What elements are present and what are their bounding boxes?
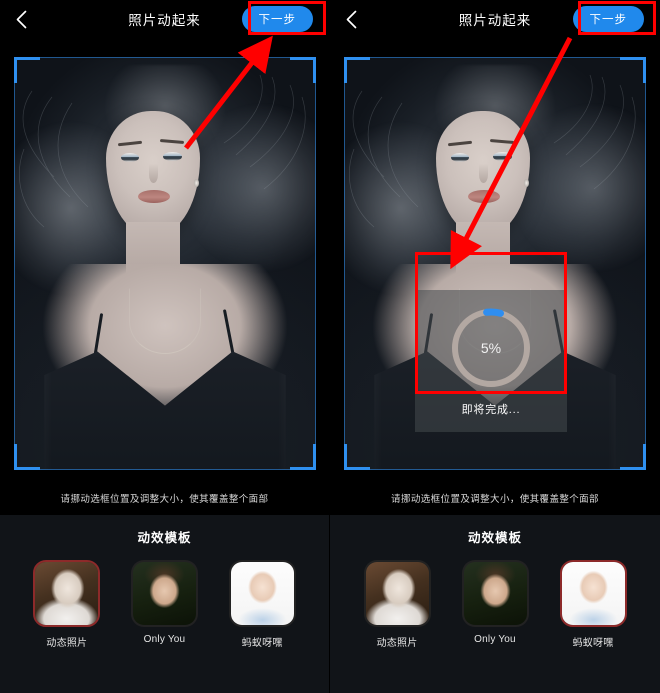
template-tray-right: 动效模板 动态照片 Only You 蚂蚁呀嘿 xyxy=(330,515,660,693)
photo-stage-right: 5% 即将完成... 请挪动选框位置及调整大小，使其覆盖整个面部 xyxy=(330,38,660,515)
screen-step-generating: 照片动起来 下一步 5% 即将完成... 请挪动选框位置及调整大小，使其覆盖整个… xyxy=(330,0,660,693)
nose xyxy=(148,164,159,183)
template-label: 动态照片 xyxy=(46,638,88,649)
chevron-left-icon xyxy=(346,10,357,29)
source-photo[interactable] xyxy=(14,57,316,470)
template-thumbnail xyxy=(228,560,296,627)
template-label: Only You xyxy=(143,634,186,645)
template-item-only-you[interactable]: Only You xyxy=(461,560,529,649)
template-thumbnail xyxy=(461,560,529,627)
screen-step-select-face: 照片动起来 下一步 请挪动选框位置及调整大小，使其覆盖整个面部 动效模板 动态照… xyxy=(0,0,330,693)
template-thumbnail xyxy=(33,560,101,627)
earring xyxy=(523,178,529,187)
lips xyxy=(137,189,170,204)
progress-dialog: 5% 即将完成... xyxy=(415,290,567,432)
chevron-left-icon xyxy=(16,10,27,29)
eye-right xyxy=(492,151,512,162)
necklace xyxy=(128,288,202,355)
template-label: 动态照片 xyxy=(376,638,418,649)
template-item-mayi-yahei[interactable]: 蚂蚁呀嘿 xyxy=(559,560,627,649)
template-label: 蚂蚁呀嘿 xyxy=(241,638,283,649)
template-list: 动态照片 Only You 蚂蚁呀嘿 xyxy=(0,546,329,649)
next-button[interactable]: 下一步 xyxy=(241,6,313,32)
template-section-title: 动效模板 xyxy=(467,531,522,545)
template-item-dongtai-zhaopian[interactable]: 动态照片 xyxy=(33,560,101,649)
dual-screenshot-comparison: 照片动起来 下一步 请挪动选框位置及调整大小，使其覆盖整个面部 动效模板 动态照… xyxy=(0,0,660,693)
template-list: 动态照片 Only You 蚂蚁呀嘿 xyxy=(330,546,660,649)
photo-stage-left: 请挪动选框位置及调整大小，使其覆盖整个面部 xyxy=(0,38,329,515)
template-label: Only You xyxy=(474,634,516,645)
earring xyxy=(193,178,199,187)
template-item-mayi-yahei[interactable]: 蚂蚁呀嘿 xyxy=(228,560,296,649)
nose xyxy=(478,164,489,183)
back-button[interactable] xyxy=(10,6,32,32)
page-title: 照片动起来 xyxy=(128,13,201,28)
template-thumbnail xyxy=(559,560,627,627)
progress-percent: 5% xyxy=(480,340,502,356)
next-button[interactable]: 下一步 xyxy=(572,6,644,32)
template-tray-left: 动效模板 动态照片 Only You 蚂蚁呀嘿 xyxy=(0,515,329,693)
app-header-right: 照片动起来 下一步 xyxy=(330,0,660,38)
app-header-left: 照片动起来 下一步 xyxy=(0,0,329,38)
template-section-title: 动效模板 xyxy=(137,531,192,545)
page-title: 照片动起来 xyxy=(458,13,532,28)
progress-ring: 5% xyxy=(448,305,534,391)
template-item-only-you[interactable]: Only You xyxy=(130,560,198,649)
template-thumbnail xyxy=(130,560,198,627)
template-item-dongtai-zhaopian[interactable]: 动态照片 xyxy=(363,560,431,649)
back-button[interactable] xyxy=(340,6,362,32)
crop-hint-text: 请挪动选框位置及调整大小，使其覆盖整个面部 xyxy=(391,494,599,505)
template-label: 蚂蚁呀嘿 xyxy=(572,638,614,649)
crop-hint-text: 请挪动选框位置及调整大小，使其覆盖整个面部 xyxy=(60,494,269,505)
lips xyxy=(467,189,500,204)
template-thumbnail xyxy=(363,560,431,627)
eye-right xyxy=(162,151,182,162)
progress-status-text: 即将完成... xyxy=(461,404,521,416)
